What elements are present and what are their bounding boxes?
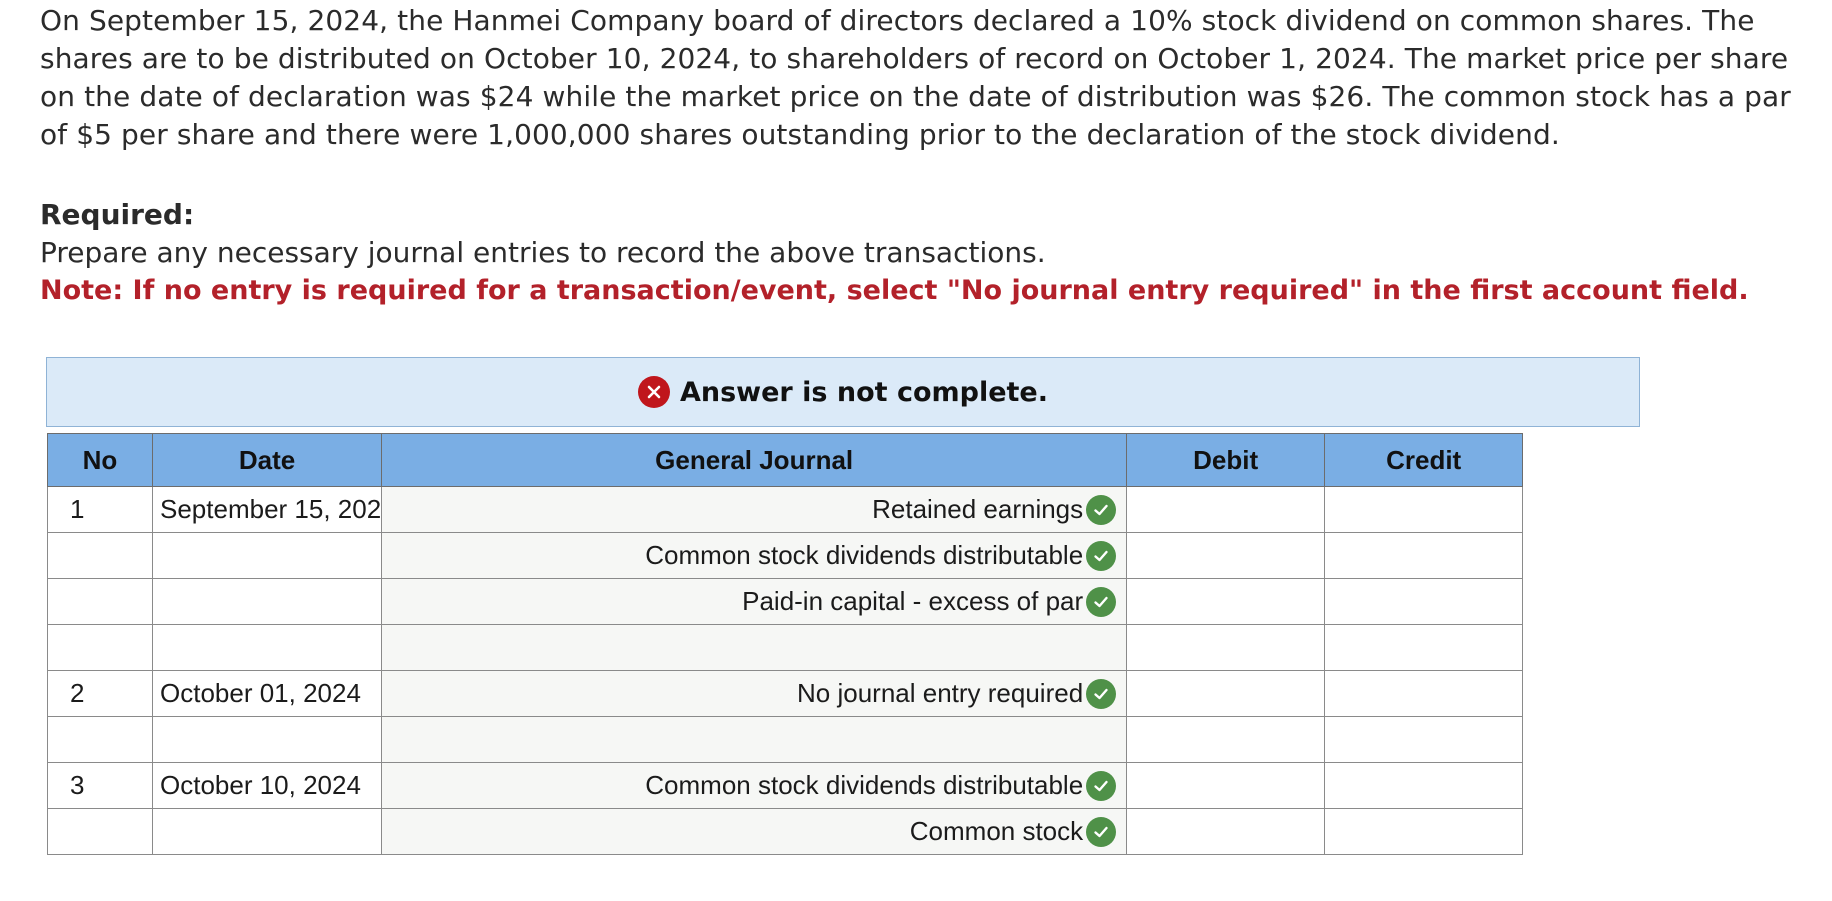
table-row <box>47 624 1524 671</box>
date-field[interactable]: October 10, 2024 <box>151 762 383 809</box>
credit-field[interactable] <box>1324 762 1524 809</box>
required-note: Note: If no entry is required for a tran… <box>40 275 1749 306</box>
date-field[interactable] <box>151 578 383 625</box>
account-entry: Common stock <box>909 816 1117 847</box>
credit-field[interactable] <box>1324 578 1524 625</box>
account-entry: Retained earnings <box>872 494 1117 525</box>
debit-field[interactable] <box>1126 532 1326 579</box>
table-row: Common stock <box>47 808 1524 855</box>
credit-field[interactable] <box>1324 486 1524 533</box>
account-name: No journal entry required <box>797 678 1084 708</box>
account-name: Common stock dividends distributable <box>645 540 1084 570</box>
entry-number-cell <box>47 578 153 625</box>
check-icon <box>1086 770 1117 801</box>
account-field[interactable]: Paid-in capital - excess of par <box>381 578 1128 625</box>
date-field[interactable]: September 15, 202 <box>151 486 383 533</box>
account-field[interactable]: No journal entry required <box>381 670 1128 717</box>
debit-field[interactable] <box>1126 808 1326 855</box>
account-entry: Common stock dividends distributable <box>645 770 1117 801</box>
column-header-date: Date <box>151 433 383 487</box>
table-row: 2 October 01, 2024 No journal entry requir… <box>47 670 1524 717</box>
account-entry: Paid-in capital - excess of par <box>742 586 1117 617</box>
account-name: Common stock <box>909 816 1084 846</box>
entry-number-cell <box>47 716 153 763</box>
table-row <box>47 716 1524 763</box>
debit-field[interactable] <box>1126 762 1326 809</box>
entry-number-cell <box>47 808 153 855</box>
date-field[interactable] <box>151 716 383 763</box>
credit-field[interactable] <box>1324 808 1524 855</box>
entry-number-cell: 1 <box>47 486 153 533</box>
credit-field[interactable] <box>1324 670 1524 717</box>
entry-number-cell: 3 <box>47 762 153 809</box>
required-heading: Required: <box>40 198 195 231</box>
entry-number-cell <box>47 624 153 671</box>
account-field[interactable]: Common stock dividends distributable <box>381 532 1128 579</box>
date-field[interactable] <box>151 532 383 579</box>
answer-status-text: Answer is not complete. <box>679 376 1049 408</box>
debit-field[interactable] <box>1126 486 1326 533</box>
account-field[interactable] <box>381 624 1128 671</box>
table-row: Paid-in capital - excess of par <box>47 578 1524 625</box>
account-field[interactable]: Common stock <box>381 808 1128 855</box>
date-field[interactable]: October 01, 2024 <box>151 670 383 717</box>
debit-field[interactable] <box>1126 670 1326 717</box>
debit-field[interactable] <box>1126 716 1326 763</box>
account-entry: Common stock dividends distributable <box>645 540 1117 571</box>
problem-statement: On September 15, 2024, the Hanmei Compan… <box>40 4 1791 151</box>
column-header-credit: Credit <box>1324 433 1524 487</box>
table-header-row: No Date General Journal Debit Credit <box>47 433 1524 487</box>
date-field[interactable] <box>151 808 383 855</box>
answer-status-banner: Answer is not complete. <box>46 357 1640 427</box>
check-icon <box>1086 586 1117 617</box>
check-icon <box>1086 816 1117 847</box>
account-field[interactable] <box>381 716 1128 763</box>
table-row: 1 September 15, 202 Retained earnings <box>47 486 1524 533</box>
account-name: Retained earnings <box>872 494 1084 524</box>
account-name: Paid-in capital - excess of par <box>742 586 1084 616</box>
account-field[interactable]: Retained earnings <box>381 486 1128 533</box>
entry-number-cell: 2 <box>47 670 153 717</box>
journal-entry-table: No Date General Journal Debit Credit 1 Se… <box>47 433 1524 855</box>
column-header-general-journal: General Journal <box>381 433 1128 487</box>
account-entry: No journal entry required <box>797 678 1117 709</box>
check-icon <box>1086 678 1117 709</box>
column-header-debit: Debit <box>1126 433 1326 487</box>
date-field[interactable] <box>151 624 383 671</box>
debit-field[interactable] <box>1126 578 1326 625</box>
table-row: Common stock dividends distributable <box>47 532 1524 579</box>
x-circle-icon <box>637 376 670 408</box>
column-header-no: No <box>47 433 153 487</box>
entry-number-cell <box>47 532 153 579</box>
account-field[interactable]: Common stock dividends distributable <box>381 762 1128 809</box>
check-icon <box>1086 494 1117 525</box>
account-name: Common stock dividends distributable <box>645 770 1084 800</box>
credit-field[interactable] <box>1324 532 1524 579</box>
check-icon <box>1086 540 1117 571</box>
table-row: 3 October 10, 2024 Common stock dividends … <box>47 762 1524 809</box>
credit-field[interactable] <box>1324 624 1524 671</box>
journal-table-body: 1 September 15, 202 Retained earnings Commo… <box>47 486 1524 855</box>
required-instructions: Prepare any necessary journal entries to… <box>40 236 1046 269</box>
debit-field[interactable] <box>1126 624 1326 671</box>
credit-field[interactable] <box>1324 716 1524 763</box>
